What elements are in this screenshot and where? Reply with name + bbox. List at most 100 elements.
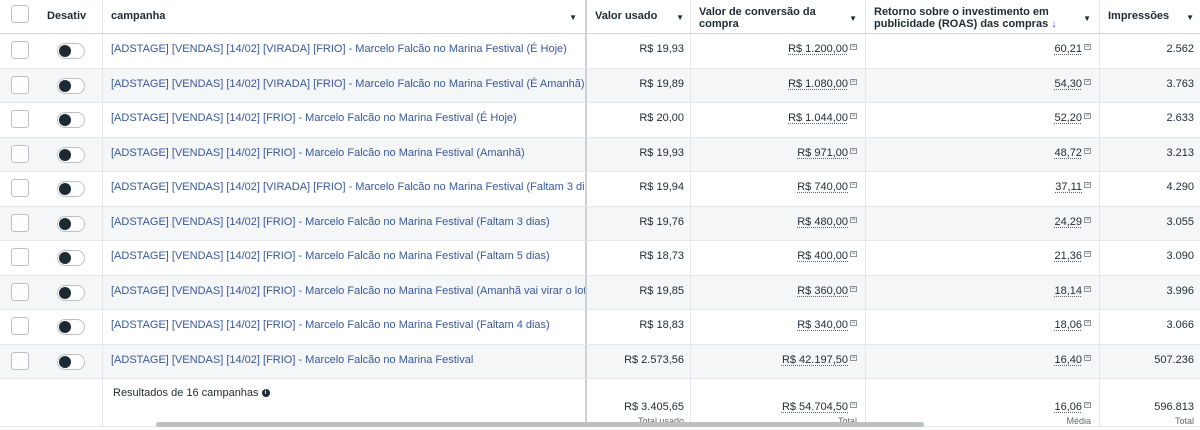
header-spent-col[interactable]: Valor usado ▼ [587,0,691,33]
select-all-checkbox[interactable] [11,5,29,23]
table-row[interactable]: [ADSTAGE] [VENDAS] [14/02] [VIRADA] [FRI… [0,172,1200,207]
campaign-toggle[interactable] [57,215,85,232]
row-checkbox[interactable] [11,179,29,197]
campaign-name-cell: [ADSTAGE] [VENDAS] [14/02] [FRIO] - Marc… [103,137,587,171]
conv-wrap: R$ 42.197,50 ≈ [782,354,857,366]
impr-value: 3.213 [1166,146,1194,159]
compare-icon[interactable]: ≈ [850,181,857,188]
spent-value: R$ 2.573,56 [624,353,684,366]
chevron-down-icon[interactable]: ▼ [676,13,684,22]
compare-icon[interactable]: ≈ [850,216,857,223]
table-row[interactable]: [ADSTAGE] [VENDAS] [14/02] [FRIO] - Marc… [0,206,1200,241]
campaign-toggle[interactable] [57,319,85,335]
campaign-toggle[interactable] [57,112,85,128]
table-row[interactable]: [ADSTAGE] [VENDAS] [14/02] [FRIO] - Marc… [0,310,1200,345]
header-impr-col[interactable]: Impressões ▼ [1100,0,1200,33]
compare-icon[interactable]: ≈ [1084,285,1091,292]
header-name-col[interactable]: campanha ▼ [103,0,587,33]
row-checkbox[interactable] [11,351,29,370]
compare-icon[interactable]: ≈ [1084,112,1091,119]
sort-descending-icon[interactable]: ↓ [1051,18,1057,30]
campaign-name-link[interactable]: [ADSTAGE] [VENDAS] [14/02] [FRIO] - Marc… [111,250,550,262]
horizontal-scrollbar[interactable] [156,422,924,427]
campaign-name-link[interactable]: [ADSTAGE] [VENDAS] [14/02] [FRIO] - Marc… [111,112,517,124]
campaign-name-link[interactable]: [ADSTAGE] [VENDAS] [14/02] [FRIO] - Marc… [111,216,550,228]
compare-icon[interactable]: ≈ [850,78,857,85]
compare-icon[interactable]: ≈ [850,354,857,361]
impr-value: 507.236 [1154,353,1194,366]
row-checkbox[interactable] [11,110,29,128]
campaign-name-link[interactable]: [ADSTAGE] [VENDAS] [14/02] [VIRADA] [FRI… [111,43,567,55]
row-checkbox[interactable] [11,248,29,266]
spent-value: R$ 18,73 [639,250,684,262]
compare-icon[interactable]: ≈ [850,285,857,292]
campaign-name-link[interactable]: [ADSTAGE] [VENDAS] [14/02] [FRIO] - Marc… [111,285,585,297]
roas-wrap: 48,72 ≈ [1054,147,1091,159]
conv-value: R$ 480,00 [797,215,848,228]
campaign-toggle[interactable] [57,284,85,301]
campaign-name-link[interactable]: [ADSTAGE] [VENDAS] [14/02] [VIRADA] [FRI… [111,78,585,90]
header-name-label: campanha [111,10,166,22]
row-checkbox[interactable] [11,41,29,59]
row-checkbox[interactable] [11,282,29,301]
campaign-name-link[interactable]: [ADSTAGE] [VENDAS] [14/02] [VIRADA] [FRI… [111,181,585,193]
compare-icon[interactable]: ≈ [1084,401,1091,408]
chevron-down-icon[interactable]: ▼ [569,13,577,22]
compare-icon[interactable]: ≈ [850,319,857,326]
row-checkbox[interactable] [11,144,29,163]
table-row[interactable]: [ADSTAGE] [VENDAS] [14/02] [FRIO] - Marc… [0,241,1200,276]
compare-icon[interactable]: ≈ [850,112,857,119]
campaign-name-cell: [ADSTAGE] [VENDAS] [14/02] [FRIO] - Marc… [103,310,587,344]
header-toggle-col[interactable]: Desativ [40,0,103,33]
compare-icon[interactable]: ≈ [850,147,857,154]
table-row[interactable]: [ADSTAGE] [VENDAS] [14/02] [VIRADA] [FRI… [0,34,1200,69]
roas-value: 54,30 [1054,77,1082,90]
campaign-toggle[interactable] [57,77,85,94]
row-checkbox[interactable] [11,75,29,94]
header-conv-col[interactable]: Valor de conversão da compra ▼ [691,0,866,33]
campaign-toggle[interactable] [57,146,85,163]
impr-cell: 2.562 [1100,34,1200,68]
table-row[interactable]: [ADSTAGE] [VENDAS] [14/02] [FRIO] - Marc… [0,137,1200,172]
table-row[interactable]: [ADSTAGE] [VENDAS] [14/02] [FRIO] - Marc… [0,344,1200,379]
row-checkbox[interactable] [11,317,29,335]
compare-icon[interactable]: ≈ [1084,78,1091,85]
campaign-toggle[interactable] [57,353,85,370]
compare-icon[interactable]: ≈ [850,43,857,50]
info-icon[interactable]: i [261,389,270,397]
chevron-down-icon[interactable]: ▼ [1083,14,1091,23]
compare-icon[interactable]: ≈ [850,250,857,257]
compare-icon[interactable]: ≈ [1084,43,1091,50]
compare-icon[interactable]: ≈ [1084,181,1091,188]
campaign-name-link[interactable]: [ADSTAGE] [VENDAS] [14/02] [FRIO] - Marc… [111,354,473,366]
campaign-name-cell: [ADSTAGE] [VENDAS] [14/02] [FRIO] - Marc… [103,206,587,240]
campaign-name-link[interactable]: [ADSTAGE] [VENDAS] [14/02] [FRIO] - Marc… [111,147,525,159]
table-row[interactable]: [ADSTAGE] [VENDAS] [14/02] [VIRADA] [FRI… [0,68,1200,103]
compare-icon[interactable]: ≈ [850,401,857,408]
chevron-down-icon[interactable]: ▼ [849,14,857,23]
campaign-toggle[interactable] [57,43,85,59]
header-roas-col[interactable]: Retorno sobre o investimento em publicid… [866,0,1100,33]
campaign-toggle[interactable] [57,181,85,197]
roas-wrap: 21,36 ≈ [1054,250,1091,262]
compare-icon[interactable]: ≈ [1084,216,1091,223]
campaign-name-link[interactable]: [ADSTAGE] [VENDAS] [14/02] [FRIO] - Marc… [111,319,550,331]
row-select-cell [0,103,40,137]
campaign-name-cell: [ADSTAGE] [VENDAS] [14/02] [FRIO] - Marc… [103,241,587,275]
campaign-toggle[interactable] [57,250,85,266]
row-checkbox[interactable] [11,213,29,232]
compare-icon[interactable]: ≈ [1084,250,1091,257]
compare-icon[interactable]: ≈ [1084,147,1091,154]
table-row[interactable]: [ADSTAGE] [VENDAS] [14/02] [FRIO] - Marc… [0,275,1200,310]
table-row[interactable]: [ADSTAGE] [VENDAS] [14/02] [FRIO] - Marc… [0,103,1200,138]
conv-wrap: R$ 1.044,00 ≈ [788,112,857,124]
compare-icon[interactable]: ≈ [1084,354,1091,361]
conv-wrap: R$ 360,00 ≈ [797,285,857,297]
row-select-cell [0,345,40,379]
toggle-knob [59,321,71,333]
compare-icon[interactable]: ≈ [1084,319,1091,326]
table-footer: Resultados de 16 campanhas i R$ 3.405,65… [0,379,1200,427]
chevron-down-icon[interactable]: ▼ [1186,13,1194,22]
roas-cell: 16,40 ≈ [866,344,1100,378]
conv-value: R$ 1.200,00 [788,43,848,55]
